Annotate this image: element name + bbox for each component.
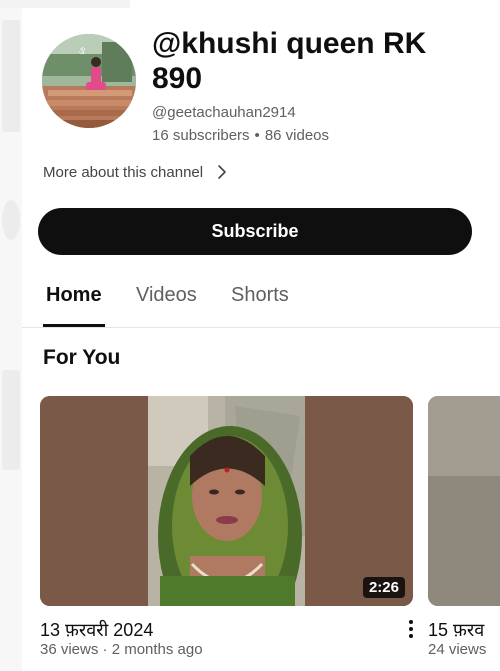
video-thumbnail-2[interactable]: [428, 396, 500, 606]
video-thumbnail-2-image: [428, 396, 500, 606]
svg-text:ઙ: ઙ: [78, 43, 86, 57]
channel-avatar[interactable]: ઙ: [42, 34, 136, 128]
stats-separator: •: [254, 127, 260, 144]
avatar-image: ઙ: [42, 34, 136, 128]
background-overlay-top: [0, 0, 130, 8]
tabs-divider: [22, 327, 500, 328]
chevron-right-icon: [218, 165, 226, 179]
subscriber-count: 16 subscribers: [152, 127, 250, 144]
more-vert-icon[interactable]: [404, 618, 418, 640]
more-about-label: More about this channel: [43, 163, 204, 181]
video-meta: 36 views · 2 months ago: [40, 641, 203, 658]
tab-shorts[interactable]: Shorts: [231, 284, 289, 307]
video-meta-2: 24 views: [428, 641, 487, 658]
section-title-for-you: For You: [43, 346, 121, 369]
tab-videos[interactable]: Videos: [136, 284, 197, 307]
channel-tabs: Home Videos Shorts: [0, 276, 500, 328]
more-about-channel-link[interactable]: More about this channel: [43, 163, 229, 181]
channel-handle: @geetachauhan2914: [152, 104, 296, 121]
video-thumbnail[interactable]: 2:26: [40, 396, 413, 606]
tab-home[interactable]: Home: [46, 284, 102, 307]
channel-name: @khushi queen RK 890: [152, 27, 427, 95]
channel-stats: 16 subscribers • 86 videos: [152, 127, 329, 144]
video-count: 86 videos: [264, 127, 330, 144]
background-ghost-block: [2, 20, 20, 132]
subscribe-button[interactable]: Subscribe: [38, 208, 472, 255]
video-duration-badge: 2:26: [362, 577, 405, 598]
video-title-2[interactable]: 15 फ़रव: [428, 618, 484, 642]
video-thumbnail-image: [40, 396, 413, 606]
background-ghost-block: [2, 370, 20, 470]
background-ghost-block: [2, 200, 20, 240]
active-tab-indicator: [43, 324, 105, 327]
channel-page: ઙ @khushi queen RK 890 @geetachauhan2914…: [0, 0, 500, 671]
video-title[interactable]: 13 फ़रवरी 2024: [40, 618, 153, 642]
